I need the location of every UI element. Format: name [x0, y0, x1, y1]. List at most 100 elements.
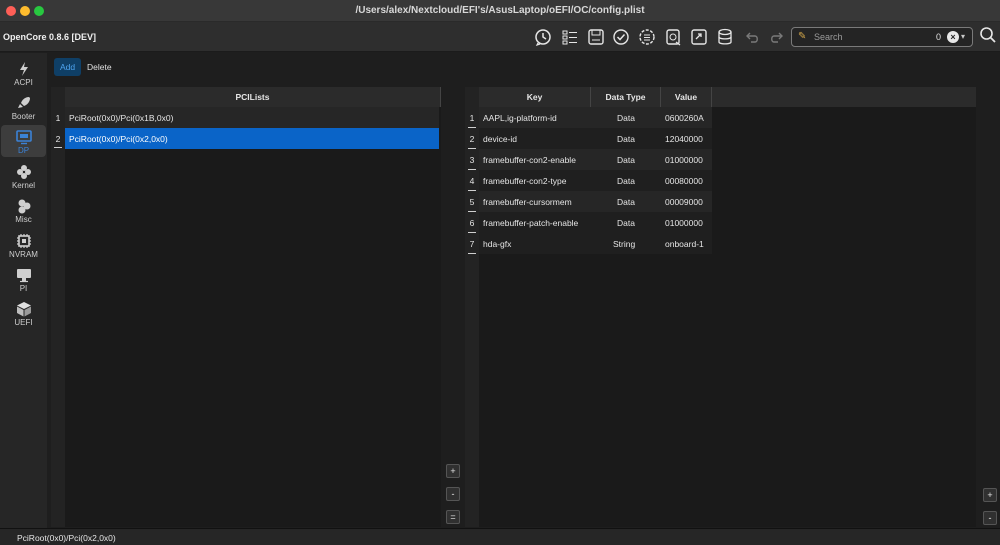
sidebar-item-nvram[interactable]: NVRAM	[1, 229, 46, 261]
row-marker	[468, 148, 476, 149]
window-title: /Users/alex/Nextcloud/EFI's/AsusLaptop/o…	[355, 5, 645, 16]
status-bar: PciRoot(0x0)/Pci(0x2,0x0)	[0, 528, 1000, 545]
sidebar-item-dp[interactable]: DP	[1, 125, 46, 157]
type-cell[interactable]: Data	[617, 176, 635, 186]
section-sidebar: ACPI Booter DP Kernel Misc NVRAM PI UEFI	[0, 53, 47, 528]
search-options-chevron-icon[interactable]: ▾	[961, 32, 965, 41]
type-cell[interactable]: Data	[617, 155, 635, 165]
duplicate-row-button[interactable]: =	[446, 510, 460, 524]
search-result-count: 0	[936, 32, 942, 42]
key-header[interactable]: Key	[479, 87, 591, 107]
sidebar-item-pi[interactable]: PI	[1, 263, 46, 295]
type-cell[interactable]: Data	[617, 218, 635, 228]
sidebar-item-label: ACPI	[14, 78, 33, 87]
rocket-icon	[17, 97, 30, 108]
import-icon[interactable]	[662, 26, 684, 48]
row-marker	[468, 169, 476, 170]
row-number: 5	[469, 197, 475, 207]
key-cell[interactable]: framebuffer-con2-type	[483, 176, 566, 186]
sidebar-item-label: Booter	[11, 112, 36, 121]
value-cell[interactable]: 00080000	[665, 176, 703, 186]
delete-tab-button[interactable]: Delete	[81, 58, 118, 76]
database-icon[interactable]	[714, 26, 736, 48]
row-number: 3	[469, 155, 475, 165]
type-cell[interactable]: Data	[617, 113, 635, 123]
misc-circles-icon	[18, 199, 30, 214]
row-number: 4	[469, 176, 475, 186]
monitor-icon	[16, 269, 31, 283]
add-row-button[interactable]: +	[446, 464, 460, 478]
pcilists-header[interactable]: PCILists	[65, 87, 441, 107]
display-icon	[15, 130, 32, 145]
key-cell[interactable]: AAPL,ig-platform-id	[483, 113, 557, 123]
row-marker	[468, 211, 476, 212]
window-titlebar: /Users/alex/Nextcloud/EFI's/AsusLaptop/o…	[0, 0, 1000, 22]
search-icon[interactable]	[979, 26, 997, 44]
chip-icon	[16, 234, 31, 248]
row-marker	[468, 232, 476, 233]
pci-path-cell[interactable]: PciRoot(0x0)/Pci(0x2,0x0)	[69, 134, 168, 144]
row-number: 1	[469, 113, 475, 123]
section-action-bar: Add Delete	[47, 53, 1000, 83]
settings-list-icon[interactable]	[636, 26, 658, 48]
row-marker	[468, 253, 476, 254]
status-text: PciRoot(0x0)/Pci(0x2,0x0)	[17, 533, 116, 543]
undo-icon[interactable]	[741, 26, 763, 48]
add-property-button[interactable]: +	[983, 488, 997, 502]
add-tab-button[interactable]: Add	[54, 58, 82, 76]
kernel-diamond-icon	[16, 165, 31, 179]
remove-property-button[interactable]: -	[983, 511, 997, 525]
sidebar-item-label: PI	[19, 284, 28, 293]
main-toolbar: OpenCore 0.8.6 [DEV] ✎ Search 0 × ▾	[0, 22, 1000, 52]
broom-icon: ✎	[798, 31, 807, 42]
value-header[interactable]: Value	[661, 87, 712, 107]
row-number: 6	[469, 218, 475, 228]
type-cell[interactable]: Data	[617, 197, 635, 207]
validate-check-icon[interactable]	[610, 26, 632, 48]
row-number: 7	[469, 239, 475, 249]
key-cell[interactable]: framebuffer-con2-enable	[483, 155, 576, 165]
empty-header	[712, 87, 976, 107]
row-number-column	[51, 87, 65, 527]
bolt-icon	[19, 62, 28, 76]
key-cell[interactable]: framebuffer-patch-enable	[483, 218, 578, 228]
data-type-header[interactable]: Data Type	[591, 87, 661, 107]
app-name: OpenCore 0.8.6 [DEV]	[3, 32, 97, 42]
clear-search-icon[interactable]: ×	[947, 31, 959, 43]
value-cell[interactable]: 01000000	[665, 155, 703, 165]
key-cell[interactable]: device-id	[483, 134, 517, 144]
type-cell[interactable]: String	[613, 239, 635, 249]
sidebar-item-booter[interactable]: Booter	[1, 91, 46, 123]
row-marker	[54, 147, 62, 148]
row-marker	[468, 190, 476, 191]
row-number: 2	[469, 134, 475, 144]
sidebar-item-label: Misc	[15, 215, 32, 224]
sidebar-item-misc[interactable]: Misc	[1, 194, 46, 226]
row-number: 1	[55, 113, 61, 123]
value-cell[interactable]: 12040000	[665, 134, 703, 144]
row-number-column	[465, 87, 479, 527]
value-cell[interactable]: 00009000	[665, 197, 703, 207]
type-cell[interactable]: Data	[617, 134, 635, 144]
pci-path-cell[interactable]: PciRoot(0x0)/Pci(0x1B,0x0)	[69, 113, 173, 123]
sidebar-item-uefi[interactable]: UEFI	[1, 297, 46, 329]
properties-table: Key Data Type Value 1 AAPL,ig-platform-i…	[465, 87, 976, 527]
value-cell[interactable]: onboard-1	[665, 239, 704, 249]
value-cell[interactable]: 0600260A	[665, 113, 704, 123]
sidebar-item-label: DP	[17, 146, 30, 155]
value-cell[interactable]: 01000000	[665, 218, 703, 228]
remove-row-button[interactable]: -	[446, 487, 460, 501]
key-cell[interactable]: framebuffer-cursormem	[483, 197, 572, 207]
list-toggle-icon[interactable]	[559, 26, 581, 48]
save-icon[interactable]	[585, 26, 607, 48]
redo-icon[interactable]	[766, 26, 788, 48]
key-cell[interactable]: hda-gfx	[483, 239, 511, 249]
search-field[interactable]: ✎ Search 0 × ▾	[791, 27, 973, 47]
history-clock-icon[interactable]	[532, 26, 554, 48]
sidebar-item-acpi[interactable]: ACPI	[1, 57, 46, 89]
search-placeholder: Search	[814, 32, 843, 42]
cube-icon	[16, 302, 31, 317]
pcilists-table: PCILists 1 PciRoot(0x0)/Pci(0x1B,0x0) 2 …	[51, 87, 441, 527]
export-icon[interactable]	[688, 26, 710, 48]
sidebar-item-kernel[interactable]: Kernel	[1, 160, 46, 192]
